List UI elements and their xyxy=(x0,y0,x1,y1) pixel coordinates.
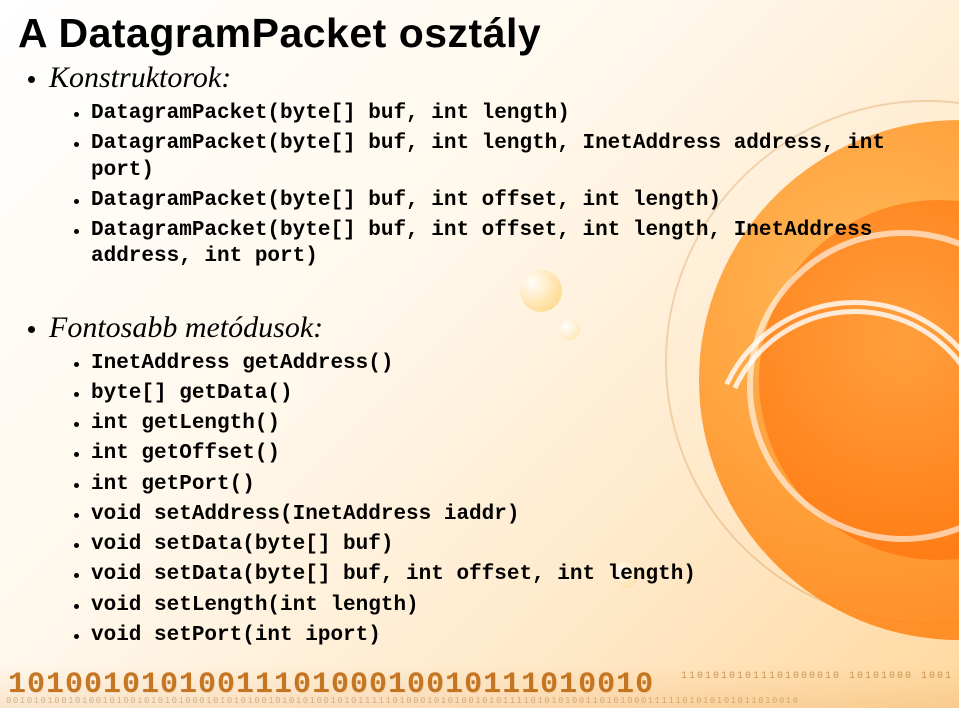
bullet-icon xyxy=(74,604,79,609)
binary-small-top: 11010101011101000010 10101000 1001 xyxy=(681,671,953,682)
list-item: void setAddress(InetAddress iaddr) xyxy=(74,502,919,528)
bullet-icon xyxy=(74,112,79,117)
code-text: void setData(byte[] buf) xyxy=(91,532,393,558)
code-text: void setAddress(InetAddress iaddr) xyxy=(91,502,519,528)
list-item: InetAddress getAddress() xyxy=(74,351,919,377)
list-item: void setPort(int iport) xyxy=(74,623,919,649)
binary-small-bot: 0010101001010010100101010100010101010010… xyxy=(0,696,959,706)
list-item: int getLength() xyxy=(74,411,919,437)
bullet-icon xyxy=(74,543,79,548)
bullet-icon xyxy=(74,362,79,367)
page-title: A DatagramPacket osztály xyxy=(18,10,919,57)
list-item: void setLength(int length) xyxy=(74,593,919,619)
section-constructors: Konstruktorok: DatagramPacket(byte[] buf… xyxy=(18,61,919,271)
section-heading: Fontosabb metódusok: xyxy=(49,311,323,345)
section-methods: Fontosabb metódusok: InetAddress getAddr… xyxy=(18,311,919,650)
code-text: DatagramPacket(byte[] buf, int length, I… xyxy=(91,131,919,184)
list-item: byte[] getData() xyxy=(74,381,919,407)
code-text: void setPort(int iport) xyxy=(91,623,381,649)
list-item: DatagramPacket(byte[] buf, int length) xyxy=(74,101,919,127)
code-text: void setLength(int length) xyxy=(91,593,419,619)
bullet-icon xyxy=(74,142,79,147)
slide-content: A DatagramPacket osztály Konstruktorok: … xyxy=(0,0,959,649)
code-text: DatagramPacket(byte[] buf, int offset, i… xyxy=(91,188,721,214)
bullet-icon xyxy=(74,573,79,578)
bullet-icon xyxy=(74,452,79,457)
bullet-icon xyxy=(74,634,79,639)
section-heading: Konstruktorok: xyxy=(49,61,231,95)
bullet-icon xyxy=(74,513,79,518)
binary-large: 1010010101001110100010010111010010 xyxy=(8,668,654,702)
code-text: int getOffset() xyxy=(91,441,280,467)
bullet-row: Fontosabb metódusok: xyxy=(18,311,919,345)
binary-strip xyxy=(0,664,959,708)
list-item: DatagramPacket(byte[] buf, int length, I… xyxy=(74,131,919,184)
slide: A DatagramPacket osztály Konstruktorok: … xyxy=(0,0,959,708)
code-text: InetAddress getAddress() xyxy=(91,351,393,377)
code-text: int getPort() xyxy=(91,472,255,498)
list-item: int getPort() xyxy=(74,472,919,498)
bullet-icon xyxy=(74,422,79,427)
constructor-list: DatagramPacket(byte[] buf, int length) D… xyxy=(18,101,919,271)
list-item: DatagramPacket(byte[] buf, int offset, i… xyxy=(74,218,919,271)
bullet-icon xyxy=(74,392,79,397)
code-text: DatagramPacket(byte[] buf, int length) xyxy=(91,101,570,127)
bullet-row: Konstruktorok: xyxy=(18,61,919,95)
bullet-list: Konstruktorok: DatagramPacket(byte[] buf… xyxy=(18,61,919,649)
spacer xyxy=(18,277,919,305)
method-list: InetAddress getAddress() byte[] getData(… xyxy=(18,351,919,650)
list-item: void setData(byte[] buf, int offset, int… xyxy=(74,562,919,588)
list-item: int getOffset() xyxy=(74,441,919,467)
code-text: DatagramPacket(byte[] buf, int offset, i… xyxy=(91,218,919,271)
bullet-icon xyxy=(74,229,79,234)
bullet-icon xyxy=(74,199,79,204)
list-item: void setData(byte[] buf) xyxy=(74,532,919,558)
bullet-icon xyxy=(28,76,35,83)
code-text: void setData(byte[] buf, int offset, int… xyxy=(91,562,696,588)
bullet-icon xyxy=(28,326,35,333)
list-item: DatagramPacket(byte[] buf, int offset, i… xyxy=(74,188,919,214)
code-text: byte[] getData() xyxy=(91,381,293,407)
bullet-icon xyxy=(74,483,79,488)
code-text: int getLength() xyxy=(91,411,280,437)
